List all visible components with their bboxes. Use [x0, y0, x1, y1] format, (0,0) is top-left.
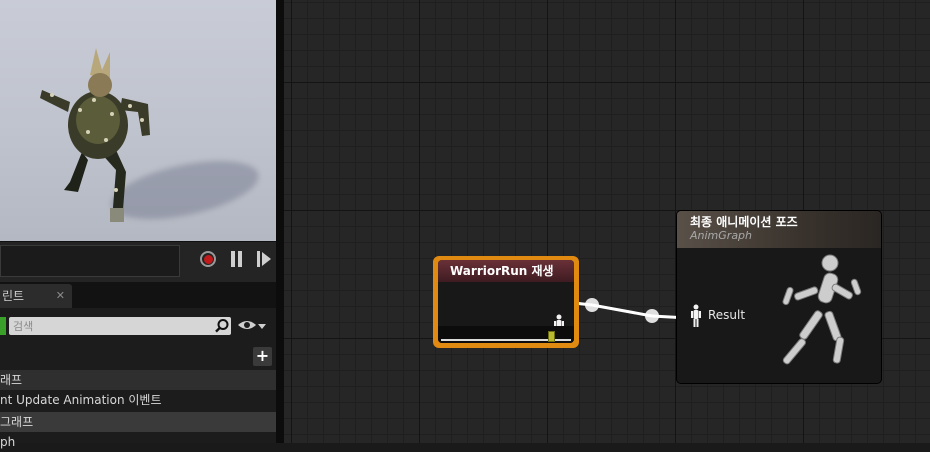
node-subtitle: AnimGraph: [690, 229, 753, 242]
node-header: 최종 애니메이션 포즈 AnimGraph: [677, 211, 881, 248]
running-mannequin-icon: [782, 254, 862, 365]
tab-blueprint[interactable]: 린트 ✕: [0, 284, 72, 308]
list-item[interactable]: 그래프: [0, 412, 276, 432]
node-title: WarriorRun 재생: [438, 260, 574, 282]
preview-viewport[interactable]: [0, 0, 276, 241]
pause-button[interactable]: [231, 251, 243, 267]
search-input[interactable]: [9, 317, 231, 335]
timeline-field[interactable]: [0, 245, 180, 277]
pose-input-pin-icon[interactable]: [690, 304, 702, 328]
panel-splitter[interactable]: [276, 0, 284, 443]
my-blueprint-panel: + 래프 nt Update Animation 이벤트 그래프 ph: [0, 308, 276, 449]
eye-icon[interactable]: [237, 319, 257, 331]
tab-label: 린트: [2, 289, 25, 303]
record-button[interactable]: [200, 251, 216, 267]
list-item[interactable]: nt Update Animation 이벤트: [0, 390, 276, 410]
playback-bar: [0, 241, 276, 282]
chevron-down-icon[interactable]: [258, 324, 266, 329]
character-model: [40, 48, 150, 222]
search-icon[interactable]: [214, 318, 230, 334]
play-sequence-node[interactable]: WarriorRun 재생: [438, 260, 574, 343]
play-button[interactable]: [257, 251, 271, 267]
pin-label: Result: [708, 308, 746, 322]
node-body: [438, 282, 574, 337]
close-icon[interactable]: ✕: [56, 284, 65, 308]
tab-bar: 린트 ✕: [0, 282, 276, 308]
output-pose-node[interactable]: 최종 애니메이션 포즈 AnimGraph Result: [677, 211, 881, 383]
playback-position-marker: [548, 331, 555, 342]
add-new-button[interactable]: [0, 317, 6, 335]
node-title: 최종 애니메이션 포즈: [690, 215, 798, 229]
list-item[interactable]: 래프: [0, 370, 276, 390]
left-panel: 린트 ✕ + 래프 nt Update Animation 이벤트 그래프 ph: [0, 0, 276, 449]
list-item[interactable]: ph: [0, 432, 276, 452]
add-button[interactable]: +: [253, 347, 272, 366]
